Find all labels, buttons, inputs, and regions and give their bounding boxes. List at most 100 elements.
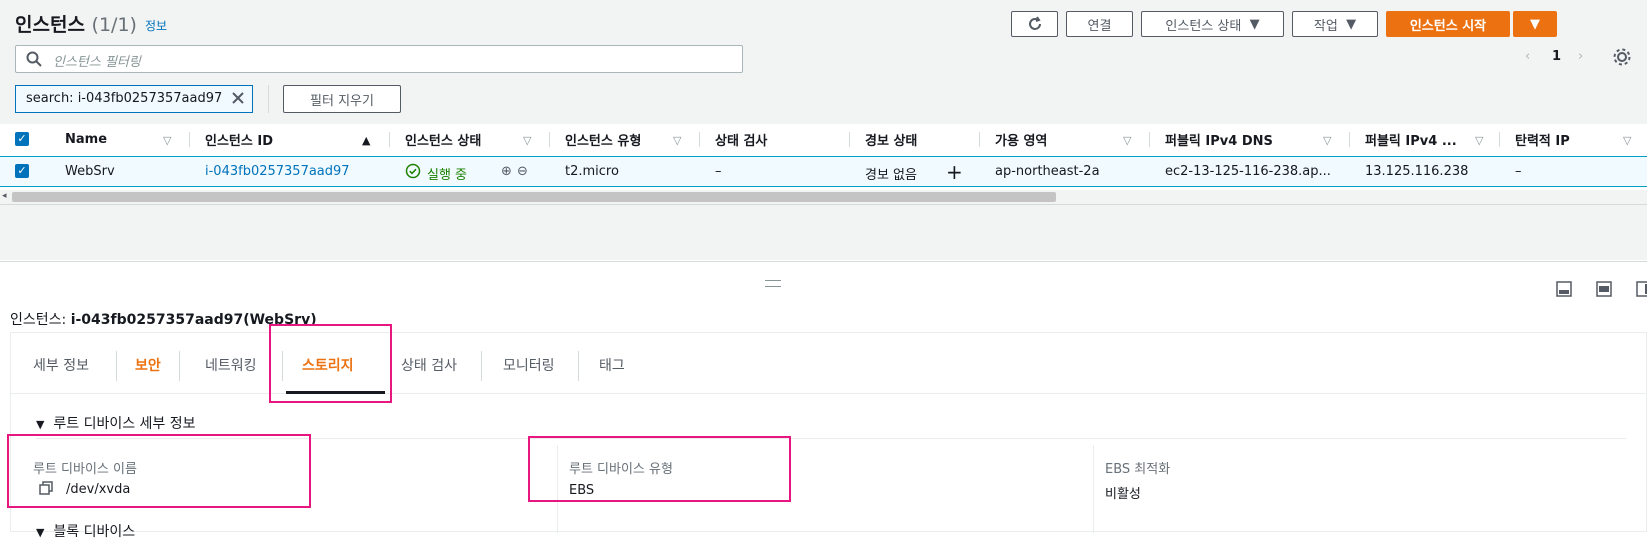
block-devices-section-header[interactable]: ▼ 블록 디바이스 bbox=[36, 521, 135, 541]
sort-icon[interactable]: ▽ bbox=[1475, 134, 1483, 147]
divider bbox=[179, 351, 180, 381]
divider bbox=[849, 132, 850, 147]
next-page-icon[interactable]: › bbox=[1578, 49, 1583, 64]
search-placeholder: 인스턴스 필터링 bbox=[53, 55, 141, 70]
column-header-public-ipv4[interactable]: 퍼블릭 IPv4 ... bbox=[1365, 124, 1457, 154]
resize-handle-icon[interactable] bbox=[765, 280, 781, 287]
column-header-status-check[interactable]: 상태 검사 bbox=[715, 124, 767, 154]
alarm-status-value: 경보 없음 bbox=[865, 168, 917, 183]
column-header-instance-id[interactable]: 인스턴스 ID bbox=[205, 124, 273, 154]
panel-hide-icon[interactable] bbox=[1636, 281, 1647, 301]
sort-icon[interactable]: ▽ bbox=[1623, 134, 1631, 147]
caret-down-icon: ▼ bbox=[36, 418, 45, 431]
row-checkbox[interactable]: ✓ bbox=[15, 164, 29, 178]
caret-down-icon: ▼ bbox=[1346, 16, 1357, 32]
launch-instances-button[interactable]: 인스턴스 시작 bbox=[1386, 11, 1510, 37]
section-title: 블록 디바이스 bbox=[53, 524, 136, 540]
tab-security[interactable]: 보안 bbox=[135, 355, 161, 375]
sort-icon[interactable]: ▽ bbox=[673, 134, 681, 147]
close-icon[interactable] bbox=[230, 90, 246, 110]
availability-zone-value: ap-northeast-2a bbox=[995, 164, 1100, 179]
highlight-box bbox=[7, 434, 311, 508]
divider bbox=[699, 132, 700, 147]
filter-token[interactable]: search: i-043fb0257357aad97 bbox=[15, 85, 253, 113]
launch-dropdown-button[interactable]: ▼ bbox=[1513, 11, 1557, 37]
preferences-button[interactable] bbox=[1612, 47, 1632, 71]
caret-down-icon: ▼ bbox=[36, 526, 45, 539]
instance-name: WebSrv bbox=[65, 164, 115, 179]
select-all-checkbox[interactable]: ✓ bbox=[15, 132, 29, 146]
column-header-public-dns[interactable]: 퍼블릭 IPv4 DNS bbox=[1165, 124, 1273, 154]
zoom-in-icon[interactable]: ⊕ bbox=[501, 164, 512, 179]
table-row[interactable]: ✓ WebSrv i-043fb0257357aad97 실행 중 ⊕ ⊖ t2… bbox=[0, 156, 1647, 187]
horizontal-scrollbar[interactable]: ◂ bbox=[0, 190, 1647, 205]
search-icon bbox=[26, 51, 42, 67]
split-panel-divider bbox=[0, 261, 1647, 262]
gear-icon bbox=[1613, 48, 1631, 66]
sort-icon[interactable]: ▽ bbox=[1323, 134, 1331, 147]
scroll-left-icon[interactable]: ◂ bbox=[2, 191, 7, 201]
detail-title-prefix: 인스턴스: bbox=[10, 312, 71, 328]
refresh-button[interactable] bbox=[1011, 11, 1058, 37]
instance-filter-input[interactable]: 인스턴스 필터링 bbox=[15, 45, 743, 73]
tab-status-checks[interactable]: 상태 검사 bbox=[401, 355, 457, 375]
caret-down-icon: ▼ bbox=[1530, 16, 1540, 32]
divider bbox=[1349, 132, 1350, 147]
instance-count: (1/1) bbox=[91, 14, 137, 36]
add-alarm-icon[interactable]: + bbox=[946, 160, 963, 184]
instance-type-value: t2.micro bbox=[565, 164, 619, 179]
elastic-ip-value: – bbox=[1515, 164, 1522, 179]
panel-bottom-icon[interactable] bbox=[1556, 281, 1572, 301]
divider bbox=[481, 351, 482, 381]
column-header-name[interactable]: Name bbox=[65, 124, 107, 154]
prev-page-icon[interactable]: ‹ bbox=[1525, 49, 1530, 64]
sort-icon[interactable]: ▽ bbox=[163, 134, 171, 147]
clear-filters-button[interactable]: 필터 지우기 bbox=[283, 85, 401, 113]
ebs-optimized-value: 비활성 bbox=[1105, 487, 1141, 502]
column-header-alarm-status[interactable]: 경보 상태 bbox=[865, 124, 917, 154]
tab-details[interactable]: 세부 정보 bbox=[33, 355, 89, 375]
divider bbox=[979, 132, 980, 147]
actions-dropdown[interactable]: 작업 ▼ bbox=[1292, 11, 1378, 37]
column-header-instance-type[interactable]: 인스턴스 유형 bbox=[565, 124, 641, 154]
connect-button[interactable]: 연결 bbox=[1066, 11, 1133, 37]
divider bbox=[1499, 132, 1500, 147]
divider bbox=[549, 132, 550, 147]
detail-tabs: 세부 정보 보안 네트워킹 스토리지 상태 검사 모니터링 태그 bbox=[11, 333, 1647, 394]
scrollbar-thumb[interactable] bbox=[12, 192, 1056, 202]
divider bbox=[268, 85, 269, 113]
sort-icon[interactable]: ▽ bbox=[523, 134, 531, 147]
public-dns-value: ec2-13-125-116-238.ap... bbox=[1165, 164, 1331, 179]
instance-state-label: 인스턴스 상태 bbox=[1165, 18, 1242, 34]
divider bbox=[189, 132, 190, 147]
running-status-icon bbox=[405, 163, 421, 183]
divider bbox=[116, 351, 117, 381]
instances-table: ✓ Name ▽ 인스턴스 ID ▲ 인스턴스 상태 ▽ 인스턴스 유형 ▽ 상… bbox=[0, 124, 1647, 190]
zoom-out-icon[interactable]: ⊖ bbox=[517, 164, 528, 179]
column-header-availability-zone[interactable]: 가용 영역 bbox=[995, 124, 1047, 154]
panel-side-icon[interactable] bbox=[1596, 281, 1612, 301]
divider bbox=[1149, 132, 1150, 147]
current-page[interactable]: 1 bbox=[1552, 49, 1561, 64]
ebs-optimized-label: EBS 최적화 bbox=[1105, 462, 1171, 477]
tab-monitoring[interactable]: 모니터링 bbox=[503, 355, 555, 375]
column-header-instance-state[interactable]: 인스턴스 상태 bbox=[405, 124, 481, 154]
public-ipv4-value: 13.125.116.238 bbox=[1365, 164, 1469, 179]
divider bbox=[578, 351, 579, 381]
highlight-box bbox=[528, 436, 791, 502]
instances-header-area: 인스턴스 (1/1) 정보 연결 인스턴스 상태 ▼ 작업 ▼ 인스턴스 시작 … bbox=[0, 0, 1647, 260]
filter-token-text: search: i-043fb0257357aad97 bbox=[26, 91, 223, 106]
column-header-elastic-ip[interactable]: 탄력적 IP bbox=[1515, 124, 1570, 154]
info-link[interactable]: 정보 bbox=[145, 17, 167, 34]
sort-asc-icon[interactable]: ▲ bbox=[362, 134, 370, 147]
sort-icon[interactable]: ▽ bbox=[1123, 134, 1131, 147]
instance-state-value: 실행 중 bbox=[427, 168, 468, 183]
instance-id-link[interactable]: i-043fb0257357aad97 bbox=[205, 164, 350, 179]
caret-down-icon: ▼ bbox=[1249, 16, 1260, 32]
actions-label: 작업 bbox=[1313, 18, 1338, 34]
root-device-section-header[interactable]: ▼ 루트 디바이스 세부 정보 bbox=[36, 413, 196, 433]
instance-state-dropdown[interactable]: 인스턴스 상태 ▼ bbox=[1141, 11, 1284, 37]
tab-tags[interactable]: 태그 bbox=[599, 355, 625, 375]
status-check-value: – bbox=[715, 164, 722, 179]
tab-networking[interactable]: 네트워킹 bbox=[205, 355, 257, 375]
